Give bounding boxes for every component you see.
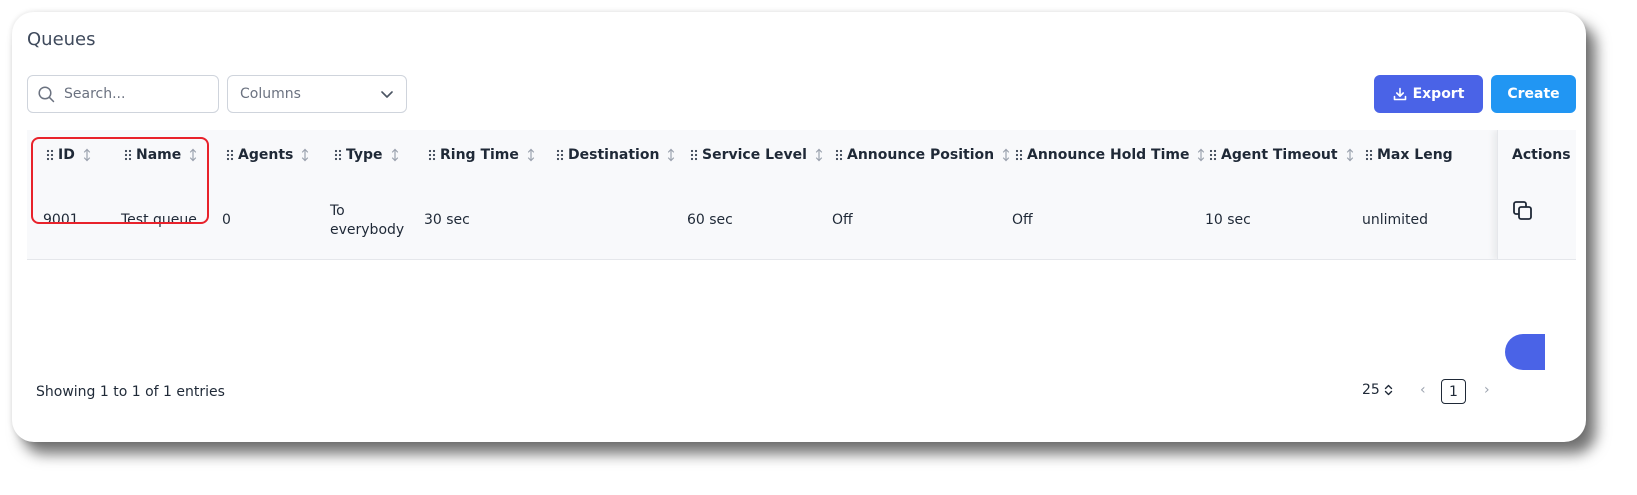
column-header-announce-hold-time[interactable]: Announce Hold Time: [1015, 145, 1206, 165]
sort-icon[interactable]: [666, 148, 676, 162]
drag-handle-icon[interactable]: [1209, 149, 1217, 161]
column-header-label: Announce Position: [847, 147, 995, 163]
drag-handle-icon[interactable]: [428, 149, 436, 161]
cell-type: To everybody: [330, 202, 404, 240]
drag-handle-icon[interactable]: [556, 149, 564, 161]
cell-service-level: 60 sec: [687, 212, 733, 228]
column-header-label: Agents: [238, 147, 294, 163]
sort-icon[interactable]: [1345, 148, 1355, 162]
search-input[interactable]: [64, 86, 204, 102]
column-header-agent-timeout[interactable]: Agent Timeout: [1209, 145, 1355, 165]
cell-agents: 0: [222, 212, 231, 228]
actions-column: Actions: [1497, 130, 1576, 259]
sort-icon[interactable]: [300, 148, 310, 162]
column-header-max-length[interactable]: Max Leng: [1365, 145, 1453, 165]
drag-handle-icon[interactable]: [690, 149, 698, 161]
column-header-agents[interactable]: Agents: [226, 145, 310, 165]
drag-handle-icon[interactable]: [226, 149, 234, 161]
sort-icon[interactable]: [1001, 148, 1011, 162]
create-button[interactable]: Create: [1491, 75, 1576, 113]
column-header-name[interactable]: Name: [124, 145, 198, 165]
column-header-label: Agent Timeout: [1221, 147, 1338, 163]
pager-next-button[interactable]: ›: [1484, 382, 1490, 398]
search-icon: [38, 85, 55, 102]
sort-icon[interactable]: [526, 148, 536, 162]
column-header-label: Service Level: [702, 147, 807, 163]
columns-dropdown-label: Columns: [240, 86, 301, 102]
page-1-button[interactable]: 1: [1441, 379, 1466, 404]
cell-type-line: everybody: [330, 222, 405, 238]
cell-announce-position: Off: [832, 212, 853, 228]
drag-handle-icon[interactable]: [124, 149, 132, 161]
columns-dropdown[interactable]: Columns: [227, 75, 407, 113]
entries-summary: Showing 1 to 1 of 1 entries: [36, 384, 225, 400]
cell-ring-time: 30 sec: [424, 212, 470, 228]
pager-prev-button[interactable]: ‹: [1420, 382, 1426, 398]
column-header-type[interactable]: Type: [334, 145, 400, 165]
cell-id: 9001: [43, 212, 79, 228]
column-header-actions: Actions: [1512, 147, 1571, 163]
column-header-label: ID: [58, 147, 75, 163]
cell-name: Test queue: [121, 212, 197, 228]
drag-handle-icon[interactable]: [46, 149, 54, 161]
up-down-chevron-icon: [1384, 384, 1393, 396]
column-header-label: Type: [346, 147, 383, 163]
column-header-announce-position[interactable]: Announce Position: [835, 145, 1011, 165]
drag-handle-icon[interactable]: [1015, 149, 1023, 161]
download-icon: [1393, 87, 1406, 101]
page-size-select[interactable]: 25: [1362, 382, 1393, 398]
drag-handle-icon[interactable]: [1365, 149, 1373, 161]
cell-announce-hold-time: Off: [1012, 212, 1033, 228]
column-header-label: Ring Time: [440, 147, 519, 163]
column-header-label: Name: [136, 147, 182, 163]
sort-icon[interactable]: [1196, 148, 1206, 162]
create-button-label: Create: [1507, 86, 1560, 102]
column-header-id[interactable]: ID: [46, 145, 92, 165]
chevron-down-icon: [381, 91, 393, 98]
page-title: Queues: [27, 29, 96, 50]
export-button-label: Export: [1412, 86, 1465, 102]
cell-agent-timeout: 10 sec: [1205, 212, 1251, 228]
queues-card: Queues Columns Export Create ID: [12, 12, 1586, 442]
column-header-ring-time[interactable]: Ring Time: [428, 145, 536, 165]
column-header-label: Destination: [568, 147, 660, 163]
cell-type-line: To: [330, 203, 345, 219]
export-button[interactable]: Export: [1374, 75, 1483, 113]
queues-table: ID Name Agents Type Ring Time Destinatio…: [27, 130, 1576, 260]
column-header-label: Max Leng: [1377, 147, 1453, 163]
page-size-value: 25: [1362, 382, 1380, 398]
sort-icon[interactable]: [814, 148, 824, 162]
sort-icon[interactable]: [82, 148, 92, 162]
drag-handle-icon[interactable]: [334, 149, 342, 161]
sort-icon[interactable]: [188, 148, 198, 162]
drag-handle-icon[interactable]: [835, 149, 843, 161]
column-header-destination[interactable]: Destination: [556, 145, 676, 165]
copy-icon[interactable]: [1512, 200, 1534, 222]
sort-icon[interactable]: [390, 148, 400, 162]
column-header-label: Announce Hold Time: [1027, 147, 1190, 163]
floating-action-button[interactable]: [1505, 334, 1545, 370]
cell-max-length: unlimited: [1362, 212, 1429, 228]
search-box[interactable]: [27, 75, 219, 113]
column-header-service-level[interactable]: Service Level: [690, 145, 824, 165]
